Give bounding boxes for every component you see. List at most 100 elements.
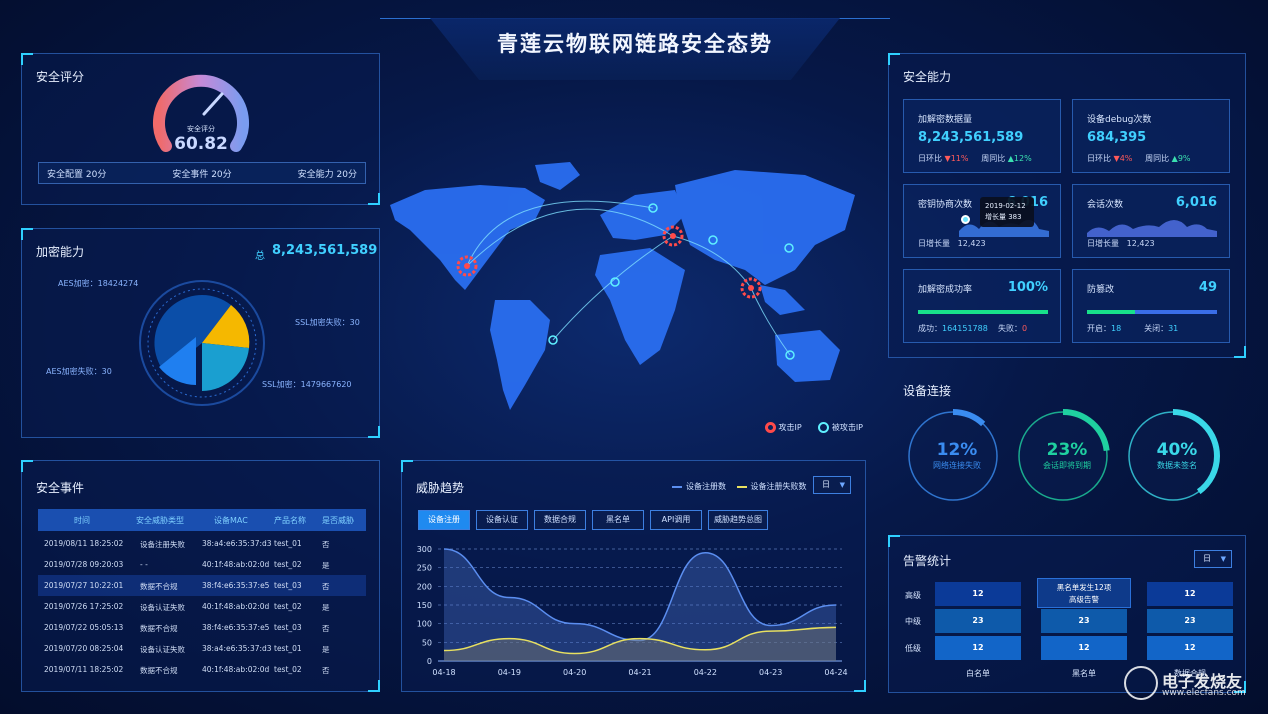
alert-cell[interactable]: 12 xyxy=(1147,636,1233,660)
encryption-total-prefix: 总 xyxy=(255,251,265,262)
table-cell: 否 xyxy=(322,582,330,591)
table-cell: test_03 xyxy=(274,623,302,632)
table-cell: 38:a4:e6:35:37:d3 xyxy=(202,539,272,548)
table-cell: 40:1f:48:ab:02:0d xyxy=(202,665,270,674)
alert-cell[interactable]: 23 xyxy=(935,609,1021,633)
tab-device-register[interactable]: 设备注册 xyxy=(418,510,470,530)
alert-cell[interactable]: 12 xyxy=(935,636,1021,660)
card-success-stats: 成功：164151788 失败：0 xyxy=(918,324,1028,333)
table-row[interactable]: 2019/07/20 08:25:04 设备认证失败 38:a4:e6:35:37:… xyxy=(38,638,366,659)
col-is-threat: 是否威胁 xyxy=(322,516,354,525)
label-aes: AES加密：18424274 xyxy=(58,279,139,288)
alert-tooltip: 黑名单发生12项 高级告警 xyxy=(1037,578,1131,608)
table-cell: test_01 xyxy=(274,644,302,653)
col-whitelist: 白名单 xyxy=(966,669,990,678)
pie-slice-ssl xyxy=(202,343,249,391)
card-value: 100% xyxy=(1007,280,1048,295)
legend-attacked-ip: 被攻击IP xyxy=(831,423,864,432)
table-row[interactable]: 2019/07/11 18:25:02 数据不合规 40:1f:48:ab:02:0… xyxy=(38,659,366,680)
tab-blacklist[interactable]: 黑名单 xyxy=(592,510,644,530)
table-row[interactable]: 2019/08/11 18:25:02 设备注册失败 38:a4:e6:35:37:… xyxy=(38,533,366,554)
card-trend: 日环比 ▼4% 周同比 ▲9% xyxy=(1087,154,1191,163)
card-session-count: 会话次数 6,016 日增长量 12,423 xyxy=(1072,184,1230,258)
score-item-events: 安全事件 20分 xyxy=(172,169,232,180)
map-southeast-asia xyxy=(760,285,805,315)
table-cell: 2019/07/11 18:25:02 xyxy=(44,665,124,674)
card-label: 密钥协商次数 xyxy=(918,200,973,210)
attacked-ip-icon xyxy=(818,422,830,433)
x-tick-label: 04-18 xyxy=(432,668,455,677)
device-connection-title: 设备连接 xyxy=(903,384,952,398)
world-map xyxy=(390,162,855,410)
alert-cell[interactable]: 23 xyxy=(1041,609,1127,633)
table-cell: 设备认证失败 xyxy=(140,645,185,654)
tamper-bar xyxy=(1087,310,1217,314)
tab-threat-overview[interactable]: 威胁趋势总图 xyxy=(708,510,768,530)
card-label: 设备debug次数 xyxy=(1087,115,1152,125)
legend-register: 设备注册数 xyxy=(686,482,726,491)
encryption-total: 8,243,561,589 xyxy=(272,243,378,258)
alert-cell[interactable]: 23 xyxy=(1147,609,1233,633)
y-tick-label: 0 xyxy=(427,657,432,666)
card-label: 加解密成功率 xyxy=(918,285,973,295)
table-cell: 2019/08/11 18:25:02 xyxy=(44,539,124,548)
security-events-panel: 安全事件 时间 安全威胁类型 设备MAC 产品名称 是否威胁 2019/08/1… xyxy=(21,460,380,692)
col-threat-type: 安全威胁类型 xyxy=(136,516,184,525)
table-row[interactable]: 2019/07/27 10:22:01 数据不合规 38:f4:e6:35:37:e… xyxy=(38,575,366,596)
map-legend: 攻击IP 被攻击IP xyxy=(765,422,863,433)
table-cell: 38:f4:e6:35:37:e5 xyxy=(202,581,270,590)
col-product: 产品名称 xyxy=(274,516,306,525)
table-cell: 2019/07/27 10:22:01 xyxy=(44,581,124,590)
col-blacklist: 黑名单 xyxy=(1072,669,1096,678)
table-cell: 2019/07/28 09:20:03 xyxy=(44,560,124,569)
watermark: 电子发烧友 www.elecfans.com xyxy=(1118,664,1268,704)
table-cell: 否 xyxy=(322,666,330,675)
level-high: 高级 xyxy=(905,591,921,600)
threat-trend-title: 威胁趋势 xyxy=(416,481,465,495)
card-key-negotiation: 密钥协商次数 6,016 2019-02-12增长量 383 日增长量 12,4… xyxy=(903,184,1061,258)
tab-api-calls[interactable]: API调用 xyxy=(650,510,702,530)
table-row[interactable]: 2019/07/22 05:05:13 数据不合规 38:f4:e6:35:37:e… xyxy=(38,617,366,638)
card-encrypt-success: 加解密成功率 100% 成功：164151788 失败：0 xyxy=(903,269,1061,343)
alert-cell[interactable]: 12 xyxy=(1147,582,1233,606)
success-rate-bar xyxy=(918,310,1048,314)
tab-data-compliance[interactable]: 数据合规 xyxy=(534,510,586,530)
table-cell: 设备注册失败 xyxy=(140,540,185,549)
table-cell: 否 xyxy=(322,540,330,549)
card-trend: 日环比 ▼11% 周同比 ▲12% xyxy=(918,154,1032,163)
y-tick-label: 50 xyxy=(422,638,432,647)
threat-trend-chart: 0 50 100 150 200 250 300 04-18 04-19 04-20 04-21 04… xyxy=(417,545,848,677)
security-events-title: 安全事件 xyxy=(36,481,85,495)
y-tick-label: 300 xyxy=(417,545,432,554)
table-row[interactable]: 2019/07/28 09:20:03 - - 40:1f:48:ab:02:0d t… xyxy=(38,554,366,575)
alert-cell[interactable]: 12 xyxy=(935,582,1021,606)
threat-period-select[interactable]: 日 ▼ xyxy=(813,476,851,494)
encryption-panel: 加密能力 总 8,243,561,589 AES加密：18424274 SSL加… xyxy=(21,228,380,438)
score-item-config: 安全配置 20分 xyxy=(47,169,107,180)
x-tick-label: 04-24 xyxy=(824,668,847,677)
card-growth: 日增长量 12,423 xyxy=(918,239,986,248)
ring-3-label: 40% 数据未签名 xyxy=(1156,440,1198,470)
legend-attack-ip: 攻击IP xyxy=(778,423,802,432)
table-cell: test_02 xyxy=(274,602,302,611)
tab-device-auth[interactable]: 设备认证 xyxy=(476,510,528,530)
alert-period-select[interactable]: 日 ▼ xyxy=(1194,550,1232,568)
map-europe xyxy=(600,190,685,240)
sparkline-tooltip: 2019-02-12 增长量 383 xyxy=(980,197,1034,227)
col-mac: 设备MAC xyxy=(214,516,248,525)
y-tick-label: 150 xyxy=(417,601,432,610)
card-tamper-proof: 防篡改 49 开启：18 关闭：31 xyxy=(1072,269,1230,343)
attack-ip-icon xyxy=(765,422,776,433)
table-cell: 40:1f:48:ab:02:0d xyxy=(202,602,270,611)
table-cell: 2019/07/26 17:25:02 xyxy=(44,602,124,611)
y-tick-label: 100 xyxy=(417,620,432,629)
alert-cell[interactable]: 12 xyxy=(1041,636,1127,660)
legend-line-fail-icon xyxy=(736,485,747,488)
score-value: 60.82 xyxy=(174,134,228,154)
table-cell: 否 xyxy=(322,624,330,633)
table-cell: - - xyxy=(140,560,148,569)
tooltip-dot-icon xyxy=(961,215,970,224)
table-row[interactable]: 2019/07/26 17:25:02 设备认证失败 40:1f:48:ab:02:… xyxy=(38,596,366,617)
chevron-down-icon: ▼ xyxy=(1220,555,1226,563)
map-asia xyxy=(675,170,855,285)
